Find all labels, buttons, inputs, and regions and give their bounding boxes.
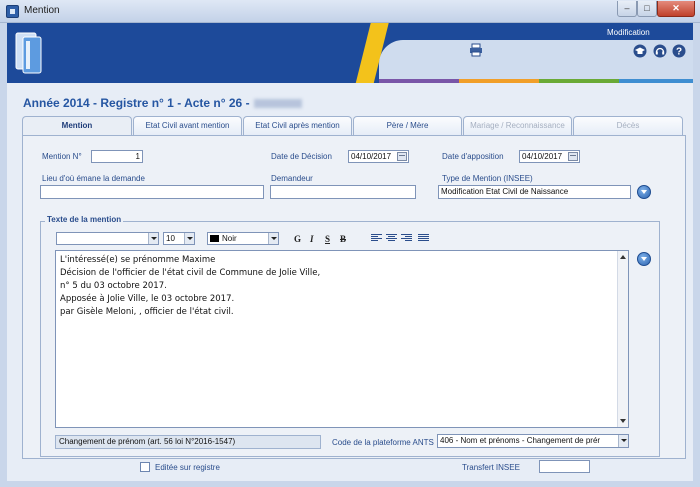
italic-button[interactable]: I [310,234,314,244]
align-justify-icon[interactable] [418,234,429,243]
texte-mention-title: Texte de la mention [45,215,124,224]
color-swatch [210,235,219,243]
ants-code-label: Code de la plateforme ANTS [332,438,434,447]
demandeur-label: Demandeur [271,174,313,183]
decision-date-value: 04/10/2017 [351,152,392,161]
app-header: Modification ? [7,23,693,83]
type-mention-label: Type de Mention (INSEE) [442,174,533,183]
scroll-up-icon[interactable] [620,255,626,259]
chevron-down-icon [618,435,628,447]
align-center-icon[interactable] [386,234,397,243]
chevron-down-icon [148,233,158,244]
tab-mariage-reconnaissance: Mariage / Reconnaissance [463,116,572,135]
tab-etat-civil-avant[interactable]: Etat Civil avant mention [133,116,242,135]
calendar-icon[interactable] [397,152,407,161]
font-color-value: Noir [222,234,237,243]
underline-button[interactable]: S [325,234,330,244]
mention-text-line: L'intéressé(e) se prénomme Maxime [60,255,216,265]
apposition-date-value: 04/10/2017 [522,152,563,161]
align-right-icon[interactable] [401,234,412,243]
svg-text:?: ? [676,47,682,58]
font-size-value: 10 [166,234,175,243]
bold-button[interactable]: G [294,234,301,244]
app-icon [6,5,19,18]
editee-checkbox[interactable] [140,462,150,472]
headset-icon[interactable] [653,44,667,58]
mention-number-field[interactable]: 1 [91,150,143,163]
text-template-dropdown-icon[interactable] [637,252,651,266]
mention-text-line: n° 5 du 03 octobre 2017. [60,281,167,291]
graduation-cap-icon[interactable] [633,44,647,58]
apposition-date-field[interactable]: 04/10/2017 [519,150,580,163]
align-left-icon[interactable] [371,234,382,243]
redacted-name [253,99,302,109]
demandeur-field[interactable] [270,185,416,199]
ants-code-value: 406 - Nom et prénoms - Changement de pré… [440,436,601,445]
help-icon[interactable]: ? [672,44,686,58]
ants-code-select[interactable]: 406 - Nom et prénoms - Changement de pré… [437,434,629,448]
mention-text-line: par Gisèle Meloni, , officier de l'état … [60,307,234,317]
mention-number-label: Mention N° [42,152,82,161]
text-scrollbar[interactable] [617,251,628,427]
tab-mention[interactable]: Mention [22,116,132,136]
chevron-down-icon [268,233,278,244]
scroll-down-icon[interactable] [620,419,626,423]
tab-deces: Décès [573,116,683,135]
registry-book-icon [15,32,42,74]
window-titlebar: Mention – □ ✕ [0,0,700,23]
transfert-insee-field[interactable] [539,460,590,473]
apposition-date-label: Date d'apposition [442,152,504,161]
lieu-demande-label: Lieu d'où émane la demande [42,174,145,183]
calendar-icon[interactable] [568,152,578,161]
changement-field: Changement de prénom (art. 56 loi N°2016… [55,435,321,449]
transfert-insee-label: Transfert INSEE [462,463,520,472]
page-title: Année 2014 - Registre n° 1 - Acte n° 26 … [23,96,302,110]
close-button[interactable]: ✕ [657,1,695,17]
decision-date-field[interactable]: 04/10/2017 [348,150,409,163]
printer-icon[interactable] [469,43,483,57]
font-color-select[interactable]: Noir [207,232,279,245]
tab-etat-civil-apres[interactable]: Etat Civil après mention [243,116,352,135]
lieu-demande-field[interactable] [40,185,264,199]
page-title-text: Année 2014 - Registre n° 1 - Acte n° 26 … [23,96,250,110]
decision-date-label: Date de Décision [271,152,332,161]
type-mention-dropdown-icon[interactable] [637,185,651,199]
window-title: Mention [24,5,60,16]
type-mention-field[interactable]: Modification Etat Civil de Naissance [438,185,631,199]
mode-label: Modification [607,28,650,37]
tab-bar: Mention Etat Civil avant mention Etat Ci… [22,116,686,136]
mention-text-line: Décision de l'officier de l'état civil d… [60,268,321,278]
font-family-select[interactable] [56,232,159,245]
mention-text-area[interactable]: L'intéressé(e) se prénomme Maxime Décisi… [55,250,629,428]
mention-text-line: Apposée à Jolie Ville, le 03 octobre 201… [60,294,235,304]
maximize-button[interactable]: □ [637,1,657,17]
minimize-button[interactable]: – [617,1,637,17]
chevron-down-icon [184,233,194,244]
editee-label: Editée sur registre [155,463,220,472]
font-size-select[interactable]: 10 [163,232,195,245]
strikethrough-button[interactable]: B [340,234,346,244]
tab-pere-mere[interactable]: Père / Mère [353,116,462,135]
